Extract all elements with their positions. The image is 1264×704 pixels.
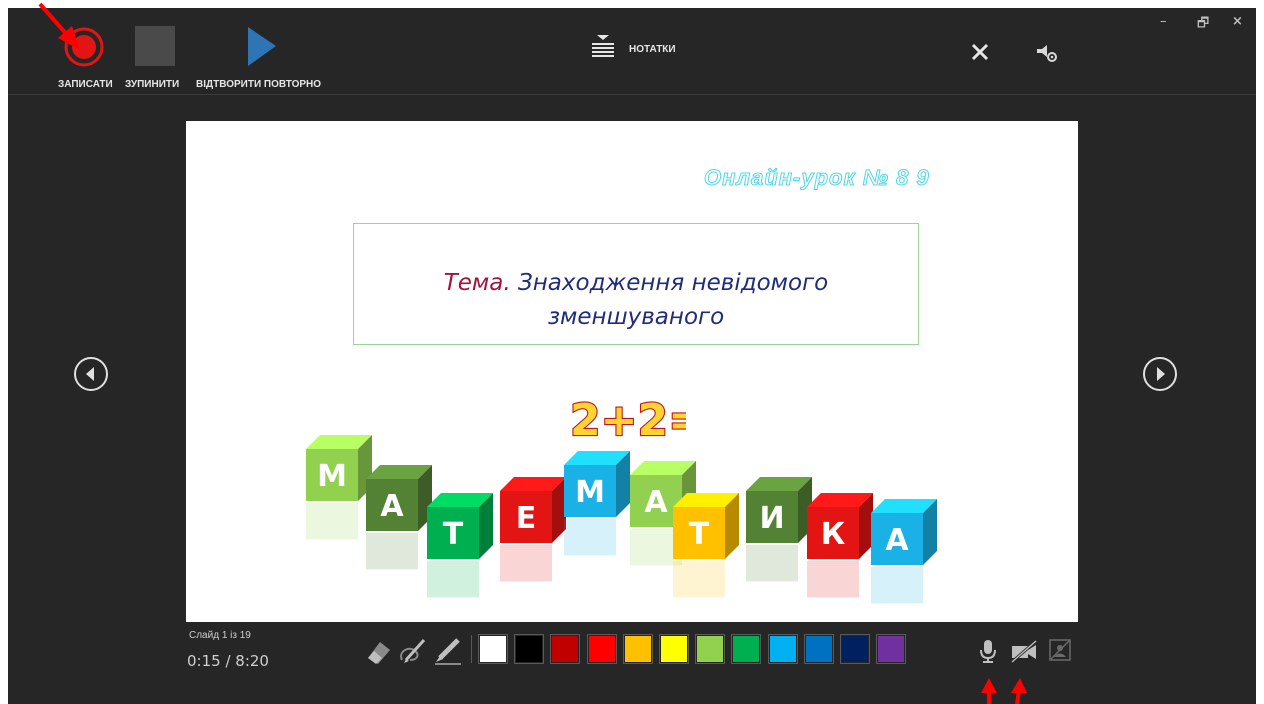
annotation-arrow-microphone: [981, 678, 997, 704]
annotation-arrow-camera: [1011, 678, 1027, 704]
annotation-arrows: [38, 2, 1027, 704]
annotation-arrow-record: [38, 2, 80, 50]
